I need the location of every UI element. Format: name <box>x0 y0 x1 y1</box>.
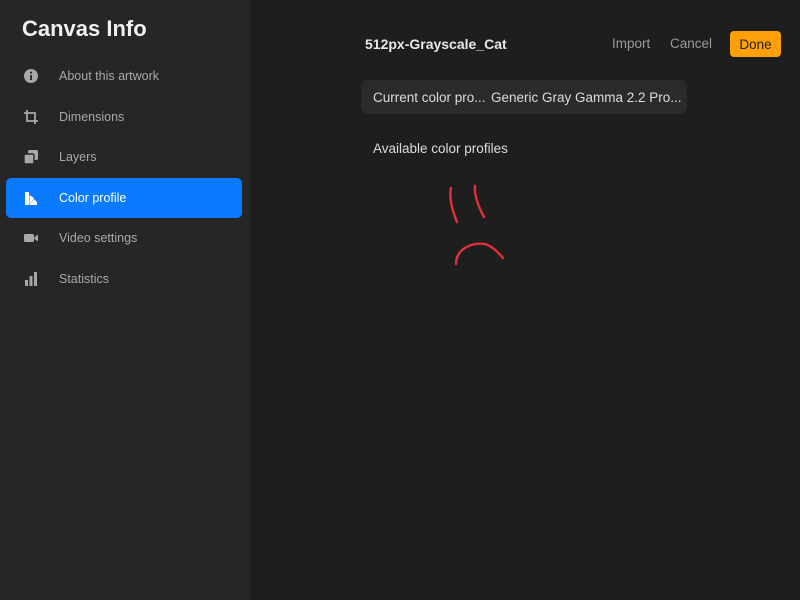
cancel-button[interactable]: Cancel <box>670 36 712 51</box>
sidebar: Canvas Info About this artwork Dimension… <box>0 0 250 600</box>
sidebar-item-label: Layers <box>59 150 97 165</box>
layers-icon <box>23 149 39 165</box>
video-camera-icon <box>23 230 39 246</box>
sidebar-item-label: Color profile <box>59 190 127 205</box>
import-button[interactable]: Import <box>612 36 650 51</box>
canvas-info-window: Canvas Info About this artwork Dimension… <box>0 0 800 600</box>
sidebar-item-label: Dimensions <box>59 109 125 124</box>
sidebar-item-label: About this artwork <box>59 69 160 83</box>
main-panel: 512px-Grayscale_Cat Import Cancel Done C… <box>250 0 800 600</box>
current-color-profile-row[interactable]: Current color pro... Generic Gray Gamma … <box>361 80 687 114</box>
sidebar-item-layers[interactable]: Layers <box>6 137 242 177</box>
sidebar-item-statistics[interactable]: Statistics <box>6 259 242 299</box>
available-color-profiles-label: Available color profiles <box>373 141 508 156</box>
sidebar-title: Canvas Info <box>22 16 147 41</box>
sidebar-nav: About this artwork Dimensions Layers Col… <box>6 56 242 300</box>
bar-chart-icon <box>23 271 39 287</box>
sidebar-item-color-profile[interactable]: Color profile <box>6 177 242 218</box>
current-color-profile-label: Current color pro... <box>373 89 486 105</box>
sidebar-item-video-settings[interactable]: Video settings <box>6 218 242 258</box>
document-title: 512px-Grayscale_Cat <box>365 36 507 52</box>
sad-face-drawing <box>449 184 505 266</box>
current-color-profile-value: Generic Gray Gamma 2.2 Pro... <box>491 89 682 105</box>
crop-icon <box>23 109 39 125</box>
sidebar-item-label: Statistics <box>59 271 110 286</box>
sidebar-item-about-this-artwork[interactable]: About this artwork <box>6 56 242 96</box>
done-button[interactable]: Done <box>730 31 781 57</box>
info-icon <box>23 68 39 84</box>
color-profile-icon <box>23 190 39 206</box>
sidebar-item-dimensions[interactable]: Dimensions <box>6 97 242 137</box>
sidebar-item-label: Video settings <box>59 231 138 246</box>
